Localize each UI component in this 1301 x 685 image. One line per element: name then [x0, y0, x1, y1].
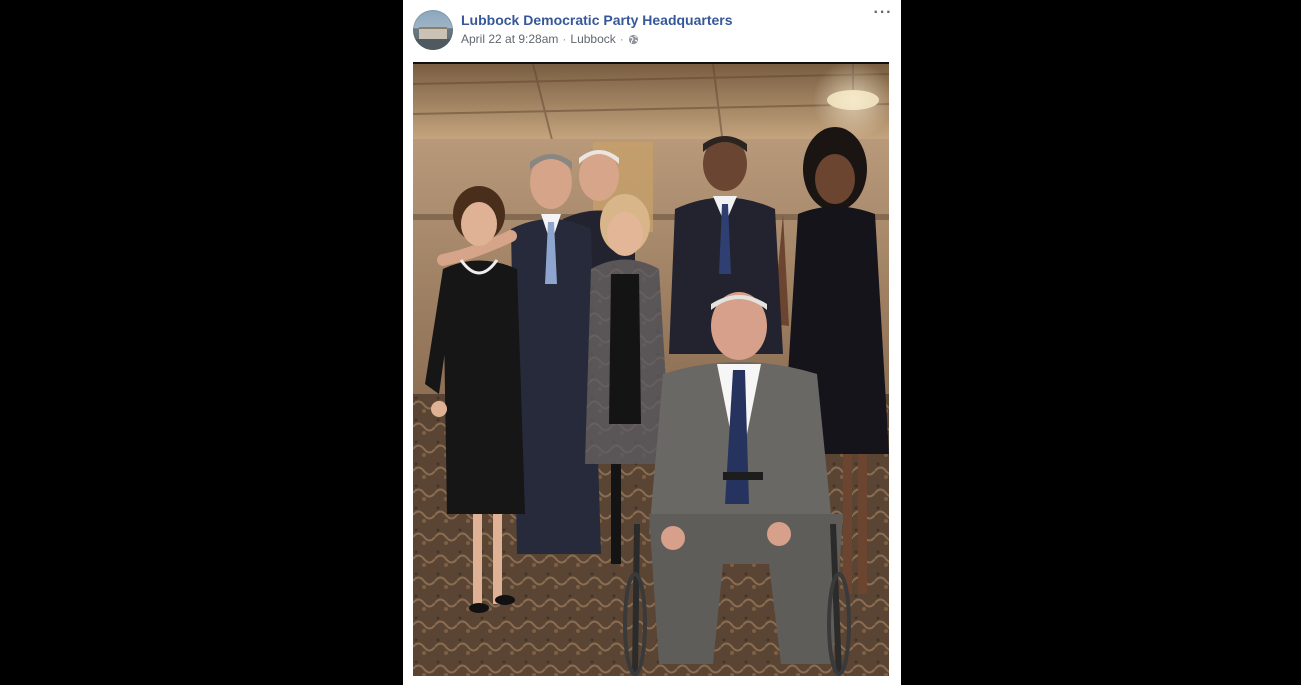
- facebook-post: Lubbock Democratic Party Headquarters Ap…: [403, 0, 901, 685]
- more-options-button[interactable]: ···: [873, 5, 893, 24]
- post-timestamp[interactable]: April 22 at 9:28am: [461, 32, 558, 46]
- page-name-link[interactable]: Lubbock Democratic Party Headquarters: [461, 12, 733, 28]
- post-location[interactable]: Lubbock: [570, 32, 615, 46]
- group-portrait-image: [413, 64, 889, 676]
- post-header: Lubbock Democratic Party Headquarters Ap…: [403, 0, 901, 58]
- post-meta: April 22 at 9:28am · Lubbock ·: [461, 32, 639, 46]
- meta-separator: ·: [562, 32, 567, 46]
- viewer-background: Lubbock Democratic Party Headquarters Ap…: [0, 0, 1301, 685]
- page-avatar[interactable]: [413, 10, 453, 50]
- post-footer: [413, 679, 889, 685]
- globe-icon[interactable]: [628, 34, 639, 45]
- avatar-ground: [413, 39, 453, 50]
- post-photo[interactable]: [413, 62, 889, 676]
- meta-separator: ·: [619, 32, 624, 46]
- building-icon: [419, 27, 447, 39]
